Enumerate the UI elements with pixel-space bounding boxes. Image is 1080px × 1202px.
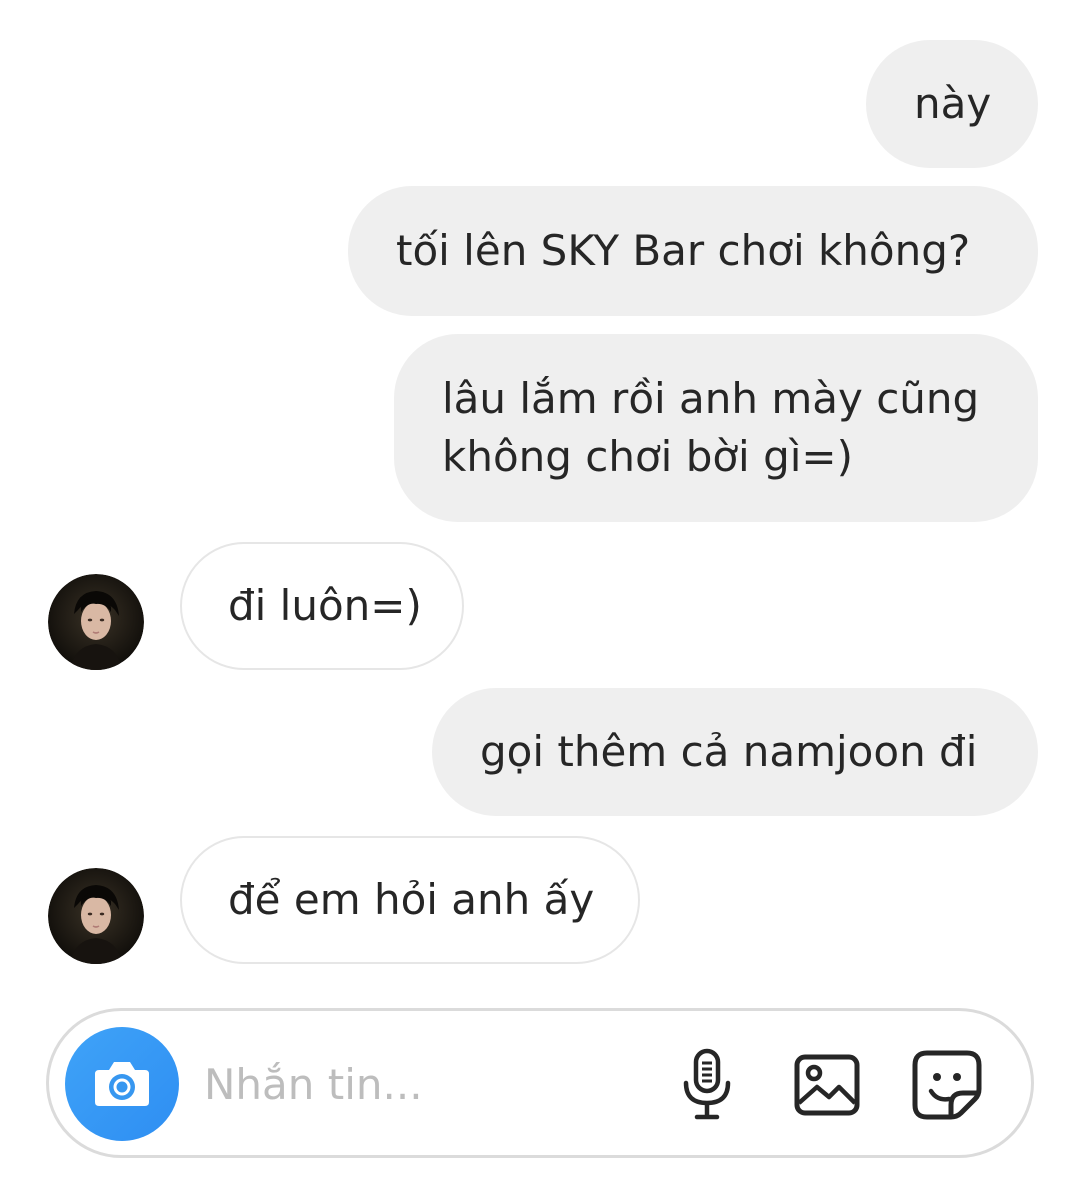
avatar-photo bbox=[48, 868, 144, 964]
voice-message-button[interactable] bbox=[669, 1047, 745, 1123]
message-composer bbox=[46, 1008, 1034, 1158]
avatar-photo bbox=[48, 574, 144, 670]
gallery-button[interactable] bbox=[789, 1047, 865, 1123]
message-input[interactable] bbox=[204, 1051, 624, 1117]
message-bubble-outgoing[interactable]: này bbox=[866, 40, 1038, 168]
message-text: gọi thêm cả namjoon đi bbox=[480, 727, 978, 776]
microphone-icon bbox=[683, 1048, 731, 1120]
avatar[interactable] bbox=[48, 868, 144, 964]
sticker-icon bbox=[912, 1050, 982, 1120]
camera-icon bbox=[95, 1062, 149, 1106]
message-bubble-incoming[interactable]: để em hỏi anh ấy bbox=[180, 836, 640, 964]
sticker-button[interactable] bbox=[909, 1047, 985, 1123]
camera-button[interactable] bbox=[65, 1027, 179, 1141]
message-text: đi luôn=) bbox=[228, 581, 422, 630]
message-bubble-outgoing[interactable]: lâu lắm rồi anh mày cũng không chơi bời … bbox=[394, 334, 1038, 522]
message-text: để em hỏi anh ấy bbox=[228, 875, 595, 924]
message-bubble-outgoing[interactable]: gọi thêm cả namjoon đi bbox=[432, 688, 1038, 816]
message-text-line: không chơi bời gì=) bbox=[442, 432, 853, 481]
message-text-line: lâu lắm rồi anh mày cũng bbox=[442, 374, 980, 423]
message-text: tối lên SKY Bar chơi không? bbox=[396, 226, 971, 275]
avatar[interactable] bbox=[48, 574, 144, 670]
message-text: này bbox=[914, 79, 992, 128]
message-bubble-incoming[interactable]: đi luôn=) bbox=[180, 542, 464, 670]
message-bubble-outgoing[interactable]: tối lên SKY Bar chơi không? bbox=[348, 186, 1038, 316]
gallery-icon bbox=[794, 1054, 860, 1116]
